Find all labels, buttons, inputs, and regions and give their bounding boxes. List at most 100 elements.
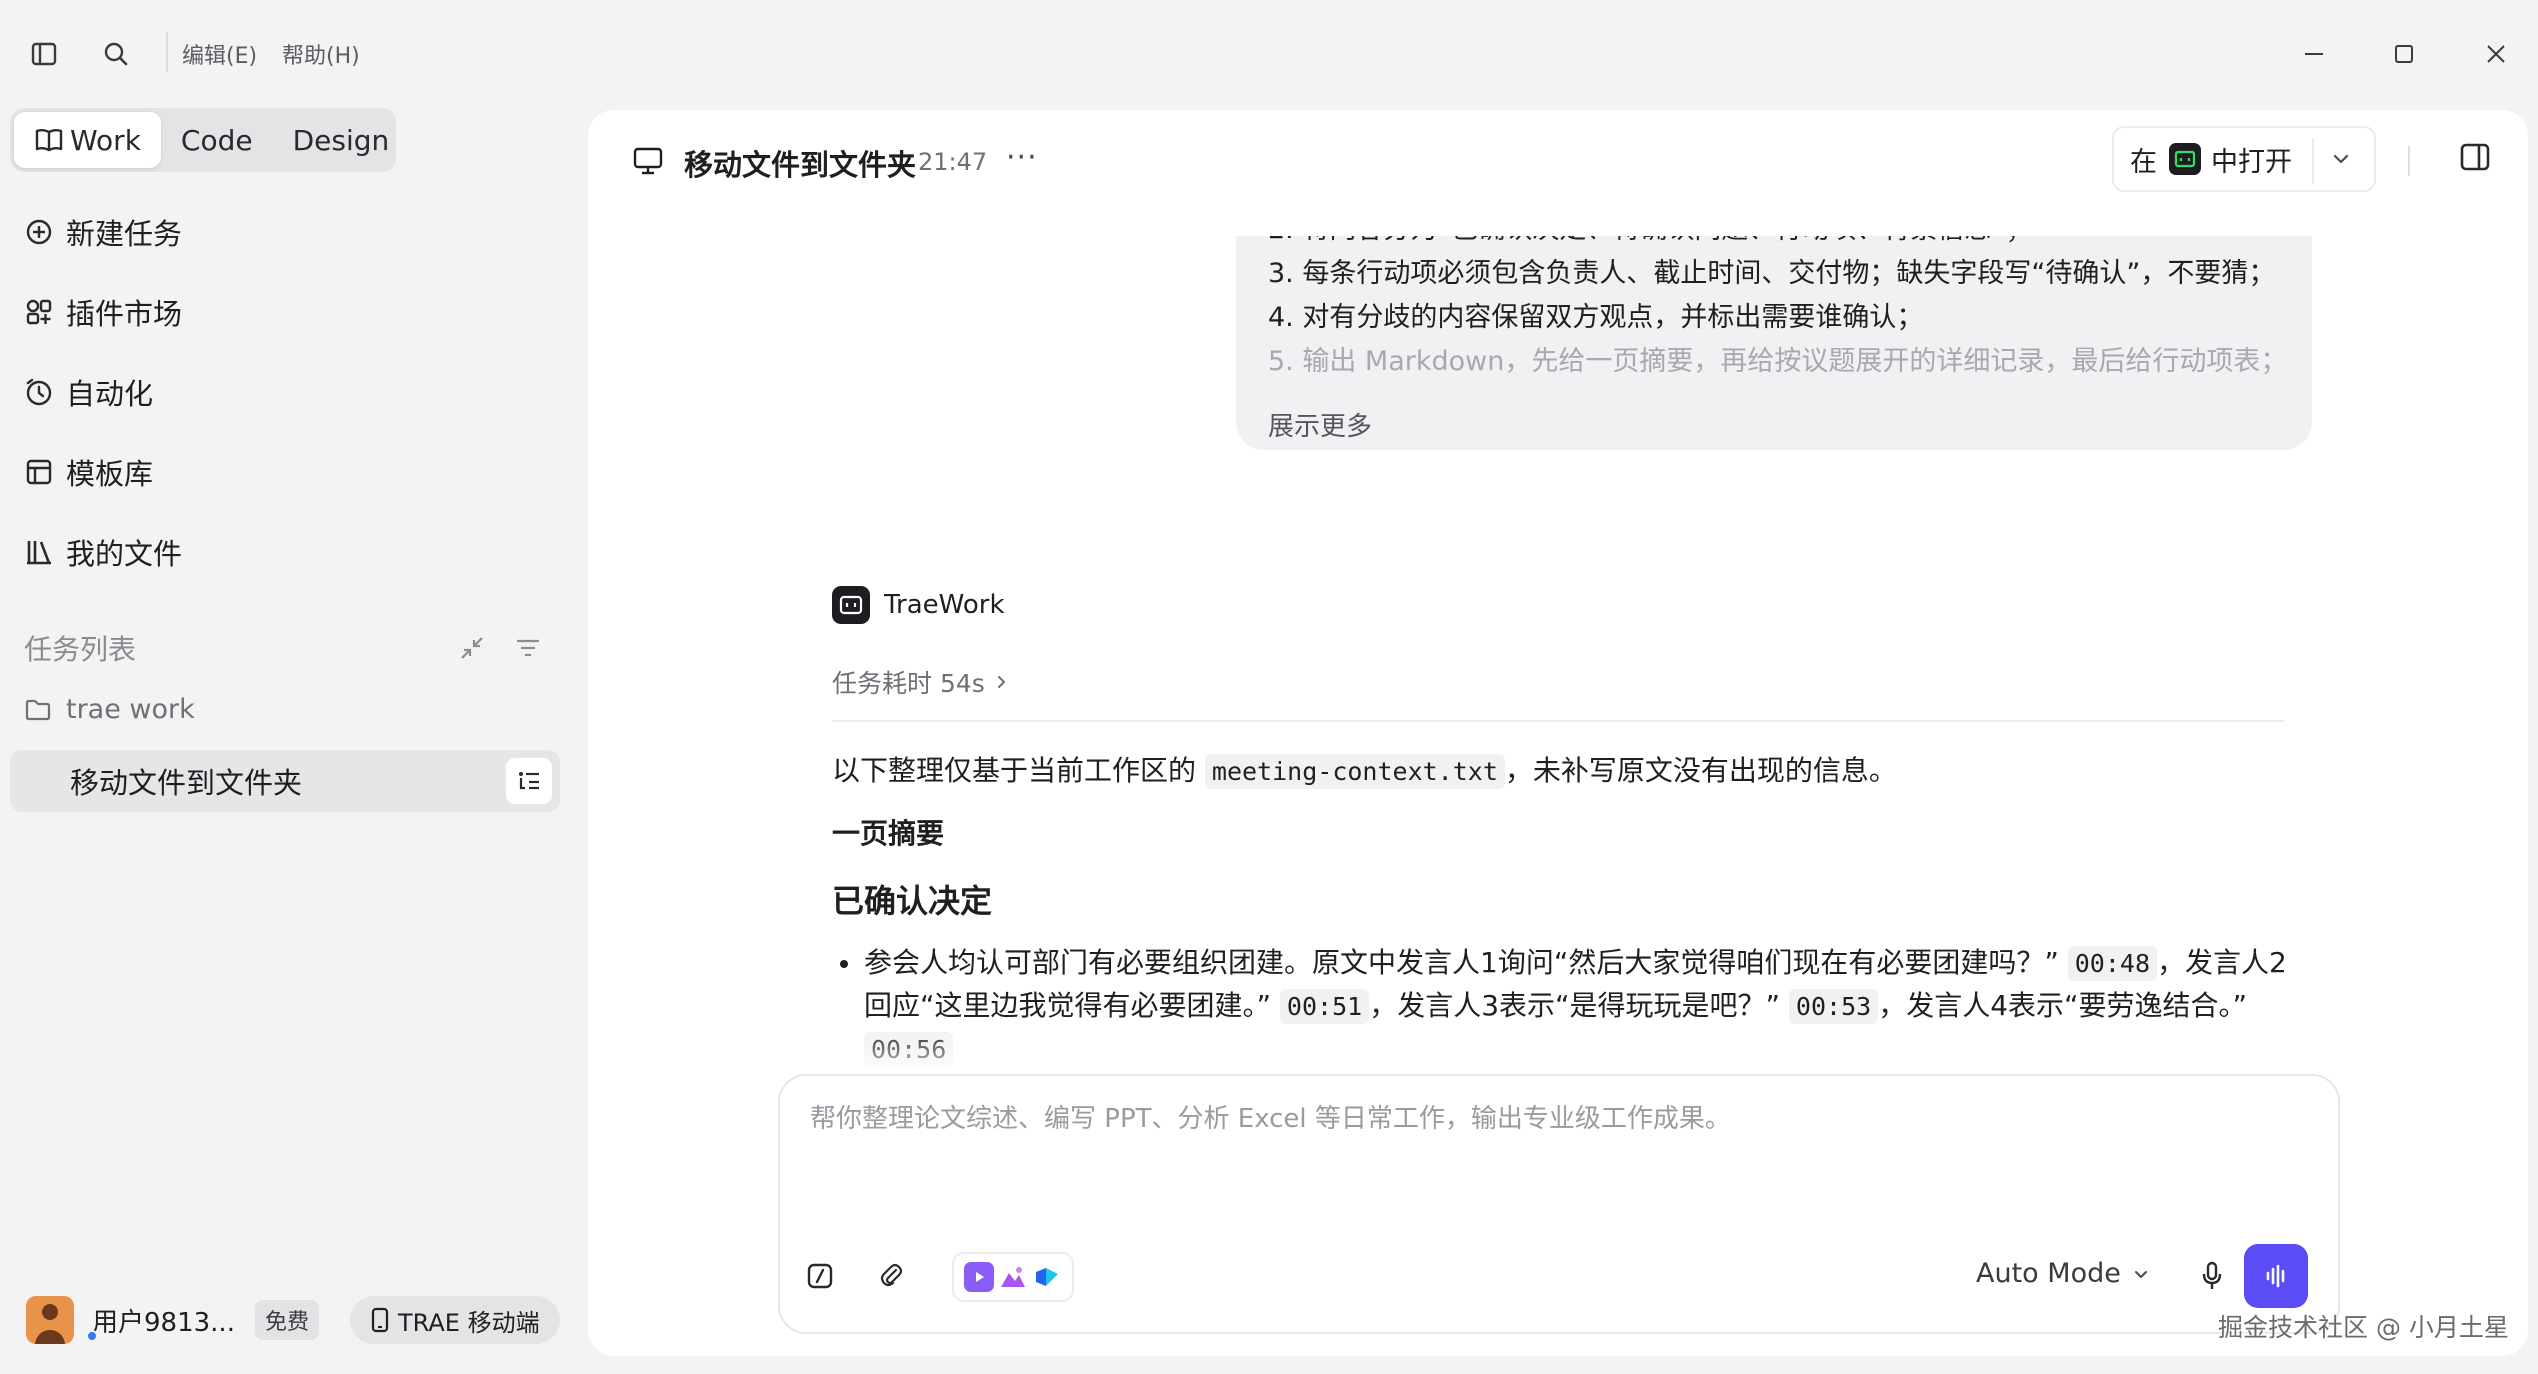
menu-edit[interactable]: 编辑(E) [182,38,257,70]
tab-code-label: Code [180,123,253,157]
sidebar-item-label: 插件市场 [66,297,183,331]
sidebar-item-label: 我的文件 [66,537,183,571]
chevron-right-icon [995,672,1009,692]
text: ，发言人3表示“是得玩玩是吧？” [1369,989,1789,1022]
chevron-down-icon [2131,1264,2151,1284]
image-app-icon [998,1262,1028,1292]
traework-logo-icon [832,586,870,624]
user-profile[interactable]: 用户9813... 免费 [26,1294,319,1346]
panel-icon[interactable] [2458,140,2492,178]
task-item-label: 移动文件到文件夹 [70,766,303,800]
reply-intro: 以下整理仅基于当前工作区的 meeting-context.txt ，未补写原文没… [832,746,2292,797]
chat-header: 移动文件到文件夹 21:47 ··· 在 中打开 [588,110,2528,236]
maximize-button[interactable] [2382,32,2426,76]
sidebar-item-templates[interactable]: 模板库 [22,447,153,497]
online-status-dot [86,1330,98,1342]
book-icon [34,127,64,153]
open-in-prefix: 在 [2130,146,2157,178]
timestamp-code: 00:56 [864,1032,954,1067]
show-more-link[interactable]: 展示更多 [1268,406,1372,443]
video-app-icon [964,1262,994,1292]
mobile-button-label: TRAE 移动端 [398,1308,540,1337]
open-in-divider [2312,138,2314,184]
sidebar-item-automation[interactable]: 自动化 [22,367,153,417]
filter-icon[interactable] [510,630,546,666]
collapse-icon[interactable] [454,630,490,666]
plus-circle-icon [22,215,56,249]
agent-name: TraeWork [884,590,1005,620]
tab-design[interactable]: Design [273,112,410,168]
header-divider [2408,146,2410,176]
tab-design-label: Design [292,123,390,157]
composer: Auto Mode [778,1074,2340,1334]
paperclip-icon[interactable] [872,1256,912,1296]
timestamp-code: 00:53 [1788,989,1879,1024]
sidebar-toggle-icon[interactable] [24,34,64,74]
task-list-title: 任务列表 [24,633,137,666]
trae-mobile-button[interactable]: TRAE 移动端 [350,1296,560,1344]
plan-badge: 免费 [254,1300,319,1340]
template-icon [22,455,56,489]
mode-select-label: Auto Mode [1976,1258,2121,1289]
list-item: 参会人均认可部门有必要组织团建。原文中发言人1询问“然后大家觉得咱们现在有必要团… [832,942,2292,1071]
user-message-line: 5. 输出 Markdown，先给一页摘要，再给按议题展开的详细记录，最后给行动… [1268,346,2288,377]
user-message-line: 4. 对有分歧的内容保留双方观点，并标出需要谁确认； [1268,302,1924,333]
task-duration-label: 任务耗时 54s [832,669,985,698]
chevron-down-icon[interactable] [2328,146,2354,179]
sidebar-item-label: 新建任务 [66,217,183,251]
sidebar-item-new-task[interactable]: 新建任务 [22,207,182,257]
tab-code[interactable]: Code [161,112,273,168]
mode-tabs: Work Code Design [10,108,396,172]
mode-select[interactable]: Auto Mode [1976,1258,2151,1289]
search-icon[interactable] [96,34,136,74]
folder-label: trae work [66,694,195,725]
sidebar-item-label: 模板库 [66,457,154,491]
tab-work[interactable]: Work [14,112,161,168]
more-options-button[interactable]: ··· [1006,140,1038,175]
heading-summary: 一页摘要 [832,817,945,850]
text: 以下整理仅基于当前工作区的 [832,754,1205,787]
slash-command-icon[interactable] [800,1256,840,1296]
text: ，发言人4表示“要劳逸结合。” [1878,989,2248,1022]
folder-trae-work[interactable]: trae work [24,694,195,725]
username: 用户9813... [92,1307,235,1338]
reply-intro-paragraph: 以下整理仅基于当前工作区的 meeting-context.txt ，未补写原文没… [832,746,2292,797]
task-item-active[interactable]: 移动文件到文件夹 [10,750,560,812]
task-duration-toggle[interactable]: 任务耗时 54s [832,664,1009,700]
open-in-suffix: 中打开 [2211,146,2292,178]
phone-icon [370,1307,390,1333]
user-message-line: 3. 每条行动项必须包含负责人、截止时间、交付物；缺失字段写“待确认”，不要猜； [1268,258,2276,289]
clock-icon [22,375,56,409]
sidebar-item-plugins[interactable]: 插件市场 [22,287,182,337]
inline-code-filename: meeting-context.txt [1204,754,1505,789]
main-panel: 移动文件到文件夹 21:47 ··· 在 中打开 2. 将内容分为“已确认决定、… [588,110,2528,1356]
voice-send-button[interactable] [2244,1244,2308,1308]
minimize-button[interactable] [2292,32,2336,76]
sidebar-item-my-files[interactable]: 我的文件 [22,527,182,577]
list-icon [515,767,543,795]
trae-app-icon [2169,143,2201,175]
plugin-icon [22,295,56,329]
doc-app-icon [1032,1262,1062,1292]
timestamp-code: 00:48 [2067,946,2157,981]
divider [832,720,2284,722]
mic-icon[interactable] [2192,1256,2232,1296]
task-detail-button[interactable] [506,758,552,804]
heading-decisions: 已确认决定 [832,882,993,920]
timestamp-code: 00:51 [1279,989,1370,1024]
agent-header: TraeWork [832,586,1005,624]
tab-work-label: Work [70,123,141,157]
sidebar-item-label: 自动化 [66,377,154,411]
voice-wave-icon [2261,1261,2291,1291]
plugin-apps-group[interactable] [952,1252,1074,1302]
menu-help[interactable]: 帮助(H) [282,38,360,70]
close-window-button[interactable] [2474,32,2518,76]
text: 参会人均认可部门有必要组织团建。原文中发言人1询问“然后大家觉得咱们现在有必要团… [864,946,2068,979]
text: ，未补写原文没有出现的信息。 [1504,754,1897,787]
title-bar: 编辑(E) 帮助(H) [0,0,2538,106]
watermark: 掘金技术社区 @ 小月土星 [2218,1313,2509,1342]
title-bar-divider [166,32,168,72]
prompt-input[interactable] [810,1104,2270,1134]
chat-title: 移动文件到文件夹 [684,148,917,182]
open-in-app-button[interactable]: 在 中打开 [2112,126,2376,192]
